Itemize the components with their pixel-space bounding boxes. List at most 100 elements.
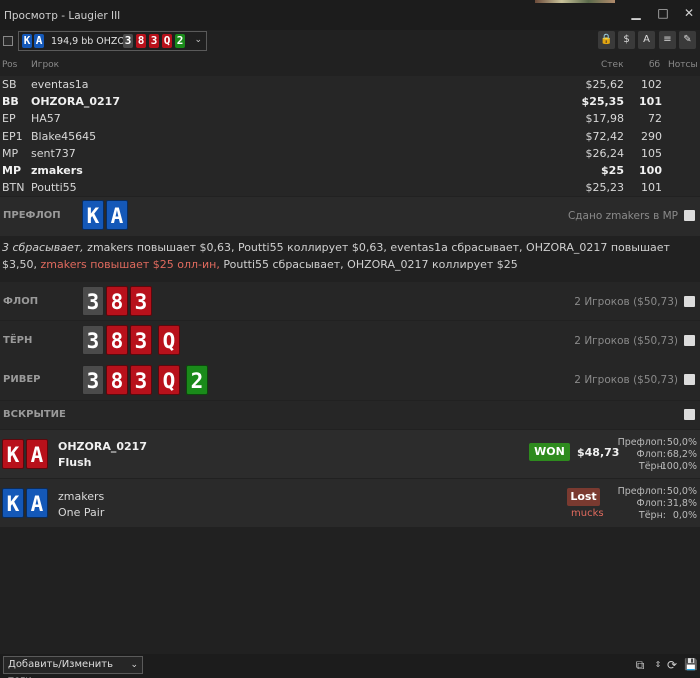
turn-card: 3 (82, 325, 104, 355)
player-pos: BB (2, 95, 19, 109)
player-row[interactable]: BTN Poutti55 $25,23 101 (0, 179, 700, 196)
river-card: 2 (186, 365, 208, 395)
refresh-icon[interactable]: ⟳ (664, 657, 680, 673)
showdown-hand-winner: K A OHZORA_0217 Flush WON $48,73 Префлоп… (0, 430, 700, 478)
player-pos: MP (2, 146, 19, 160)
player-row[interactable]: MP sent737 $26,24 105 (0, 145, 700, 162)
save-icon[interactable]: 💾 (683, 657, 699, 673)
chevron-down-icon: ⌄ (130, 660, 138, 670)
minimize-icon[interactable]: ▁ (629, 6, 643, 20)
player-name: HA57 (31, 112, 61, 126)
tags-dropdown[interactable]: Добавить/Изменить теги... ⌄ (3, 656, 143, 678)
chevron-down-icon: ⌄ (194, 35, 202, 45)
hero-card: A (34, 34, 44, 48)
player-row[interactable]: SB eventas1a $25,62 102 (0, 76, 700, 93)
col-player: Игрок (31, 60, 60, 70)
title-bar: Просмотр - Laugier III ▁ □ ✕ (0, 0, 700, 30)
player-pos: SB (2, 78, 17, 91)
window-title: Просмотр - Laugier III (4, 10, 121, 22)
equity-value: 31,8% (666, 498, 697, 509)
player-name: sent737 (31, 146, 76, 160)
river-info: 2 Игроков ($50,73) (574, 374, 678, 386)
lost-badge: Lost (567, 488, 600, 506)
equity-value: 50,0% (666, 437, 697, 448)
note-icon[interactable] (684, 374, 695, 385)
actions-tail: Poutti55 сбрасывает, OHZORA_0217 коллиру… (219, 257, 518, 271)
hand-card: K (2, 439, 24, 469)
flop-card: 8 (106, 286, 128, 316)
player-bb: 102 (641, 78, 662, 91)
player-name: Poutti55 (31, 181, 77, 195)
player-name: OHZORA_0217 (31, 95, 120, 109)
river-card: 3 (130, 365, 152, 395)
equity-label: Флоп: (636, 498, 666, 509)
select-checkbox[interactable] (3, 36, 13, 46)
player-pos: MP (2, 164, 22, 177)
player-bb: 105 (641, 146, 662, 160)
lock-icon[interactable]: 🔒 (598, 31, 615, 49)
preflop-actions: 3 сбрасывает, zmakers повышает $0,63, Po… (2, 240, 698, 273)
equity-label: Флоп: (636, 449, 666, 460)
player-stack: $26,24 (585, 146, 625, 160)
list-icon[interactable]: ≡ (659, 31, 676, 49)
player-bb: 101 (639, 95, 662, 109)
equity-value: 68,2% (666, 449, 697, 460)
equity-value: 0,0% (672, 510, 697, 521)
edit-icon[interactable]: ✎ (679, 31, 696, 49)
equity-label: Префлоп: (617, 486, 666, 497)
river-section: РИВЕР 3 8 3 Q 2 2 Игроков ($50,73) (0, 360, 700, 400)
hand-card: K (2, 488, 24, 518)
river-card: 3 (82, 365, 104, 395)
won-badge: WON (529, 443, 570, 461)
note-icon[interactable] (684, 210, 695, 221)
player-row[interactable]: MP zmakers $25 100 (0, 162, 700, 179)
hand-rank: One Pair (58, 506, 105, 519)
player-stack: $25,62 (585, 78, 625, 91)
maximize-icon[interactable]: □ (656, 6, 670, 20)
player-bb: 72 (648, 112, 662, 126)
col-pos: Pos (2, 60, 18, 70)
close-icon[interactable]: ✕ (682, 6, 696, 20)
player-list: SB eventas1a $25,62 102 BB OHZORA_0217 $25,35 1… (0, 76, 700, 196)
board-card: 3 (123, 34, 133, 48)
toolbar: K A 194,9 bb OHZOR 3 8 3 Q 2 ⌄ 🔒 $ A ≡ ✎ (0, 30, 700, 52)
actions-allin: zmakers повышает $25 олл-ин, (40, 257, 220, 271)
equity-label: Префлоп: (617, 437, 666, 448)
preflop-label: ПРЕФЛОП (3, 210, 61, 221)
won-amount: $48,73 (577, 446, 620, 459)
status-bar: Добавить/Изменить теги... ⌄ ⧉ ⇕ ⟳ 💾 (0, 654, 700, 678)
player-row[interactable]: BB OHZORA_0217 $25,35 101 (0, 93, 700, 110)
player-bb: 100 (639, 164, 662, 177)
flop-info: 2 Игроков ($50,73) (574, 296, 678, 308)
board-card: 3 (149, 34, 159, 48)
turn-info: 2 Игроков ($50,73) (574, 335, 678, 347)
dealt-text: Сдано zmakers в MP (567, 210, 678, 222)
player-row[interactable]: EP1 Blake45645 $72,42 290 (0, 128, 700, 145)
flop-card: 3 (130, 286, 152, 316)
player-name: eventas1a (31, 78, 89, 91)
equity-value: 50,0% (666, 486, 697, 497)
player-stack: $17,98 (585, 112, 625, 126)
preflop-section: ПРЕФЛОП K A Сдано zmakers в MP (0, 197, 700, 236)
showdown-hand-loser: K A zmakers One Pair Lost mucks Префлоп:… (0, 479, 700, 527)
player-pos: EP1 (2, 129, 23, 143)
col-stack: Стек (601, 60, 624, 70)
player-bb: 101 (641, 181, 662, 195)
player-stack: $25,23 (585, 181, 625, 195)
flop-section: ФЛОП 3 8 3 2 Игроков ($50,73) (0, 282, 700, 320)
player-name: Blake45645 (31, 129, 97, 143)
copy-icon[interactable]: ⧉ (632, 657, 648, 673)
river-card: 8 (106, 365, 128, 395)
dollar-icon[interactable]: $ (618, 31, 635, 49)
note-icon[interactable] (684, 409, 695, 420)
hand-selector[interactable]: K A 194,9 bb OHZOR 3 8 3 Q 2 ⌄ (18, 31, 207, 51)
player-name: zmakers (58, 490, 105, 503)
actions-lead: 3 сбрасывает, (2, 241, 84, 254)
flop-card: 3 (82, 286, 104, 316)
note-icon[interactable] (684, 296, 695, 307)
note-icon[interactable] (684, 335, 695, 346)
player-row[interactable]: EP HA57 $17,98 72 (0, 110, 700, 127)
hand-card: A (26, 439, 48, 469)
font-size-icon[interactable]: A (638, 31, 655, 49)
flop-label: ФЛОП (3, 296, 39, 307)
